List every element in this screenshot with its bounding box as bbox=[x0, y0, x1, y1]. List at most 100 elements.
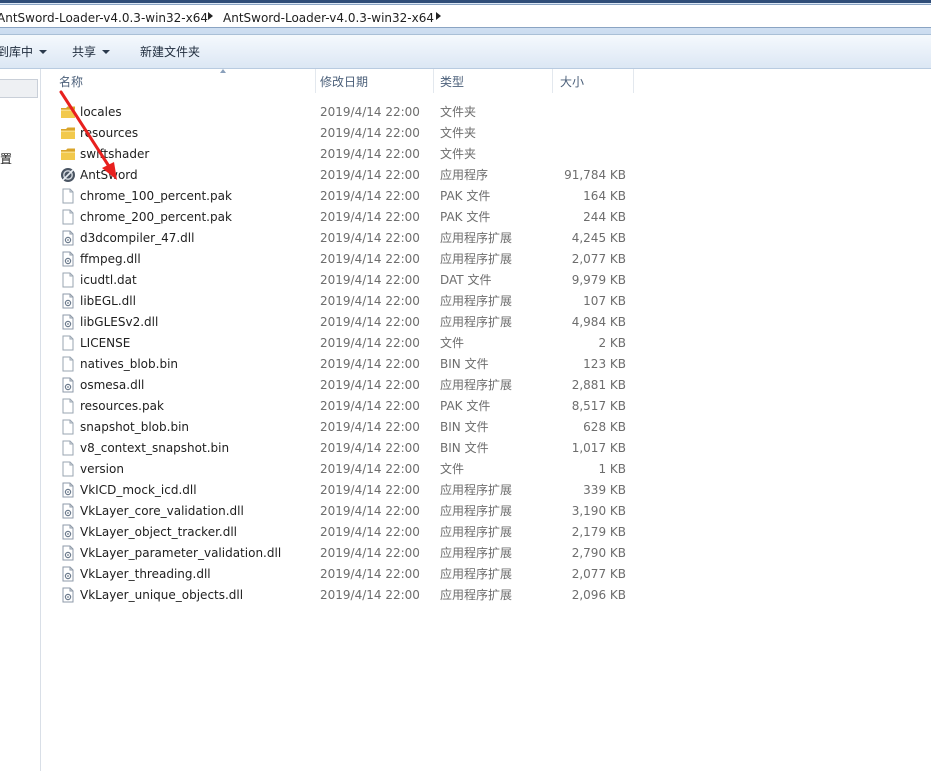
new-folder-button[interactable]: 新建文件夹 bbox=[140, 44, 200, 60]
dll-icon bbox=[60, 524, 76, 540]
file-date: 2019/4/14 22:00 bbox=[320, 399, 420, 413]
file-size: 4,984 KB bbox=[571, 315, 626, 329]
dll-icon bbox=[60, 545, 76, 561]
dll-icon bbox=[60, 503, 76, 519]
dll-icon bbox=[60, 293, 76, 309]
file-row[interactable]: libEGL.dll 2019/4/14 22:00 应用程序扩展 107 KB bbox=[41, 291, 931, 312]
dll-icon bbox=[60, 230, 76, 246]
file-name: v8_context_snapshot.bin bbox=[80, 441, 230, 455]
file-row[interactable]: d3dcompiler_47.dll 2019/4/14 22:00 应用程序扩展 4… bbox=[41, 228, 931, 249]
file-type: PAK 文件 bbox=[440, 399, 491, 413]
breadcrumb-parent[interactable]: AntSword-Loader-v4.0.3-win32-x64 bbox=[0, 11, 208, 25]
file-row[interactable]: swiftshader 2019/4/14 22:00 文件夹 bbox=[41, 144, 931, 165]
file-size: 2,077 KB bbox=[571, 567, 626, 581]
file-row[interactable]: snapshot_blob.bin 2019/4/14 22:00 BIN 文件 62… bbox=[41, 417, 931, 438]
file-size: 2,096 KB bbox=[571, 588, 626, 602]
file-type: 应用程序扩展 bbox=[440, 483, 513, 497]
file-type: 文件夹 bbox=[440, 147, 477, 161]
file-name: VkLayer_parameter_validation.dll bbox=[80, 546, 282, 560]
file-row[interactable]: v8_context_snapshot.bin 2019/4/14 22:00 BI… bbox=[41, 438, 931, 459]
file-date: 2019/4/14 22:00 bbox=[320, 546, 420, 560]
nav-item-recent-places[interactable]: 位置 bbox=[0, 150, 12, 167]
dll-icon bbox=[60, 482, 76, 498]
file-row[interactable]: VkLayer_unique_objects.dll 2019/4/14 22:0… bbox=[41, 585, 931, 606]
file-type: 应用程序扩展 bbox=[440, 546, 513, 560]
file-name: AntSword bbox=[80, 168, 138, 182]
file-icon bbox=[60, 461, 76, 477]
file-row[interactable]: locales 2019/4/14 22:00 文件夹 bbox=[41, 102, 931, 123]
column-divider[interactable] bbox=[633, 69, 634, 93]
file-row[interactable]: resources 2019/4/14 22:00 文件夹 bbox=[41, 123, 931, 144]
chevron-down-icon bbox=[39, 50, 48, 54]
column-header-size[interactable]: 大小 bbox=[552, 69, 632, 93]
file-row[interactable]: version 2019/4/14 22:00 文件 1 KB bbox=[41, 459, 931, 480]
file-row[interactable]: ffmpeg.dll 2019/4/14 22:00 应用程序扩展 2,077 KB bbox=[41, 249, 931, 270]
file-row[interactable]: osmesa.dll 2019/4/14 22:00 应用程序扩展 2,881 KB bbox=[41, 375, 931, 396]
include-in-library-button[interactable]: 包含到库中 bbox=[0, 44, 48, 60]
file-row[interactable]: libGLESv2.dll 2019/4/14 22:00 应用程序扩展 4,984 … bbox=[41, 312, 931, 333]
file-icon bbox=[60, 398, 76, 414]
file-date: 2019/4/14 22:00 bbox=[320, 357, 420, 371]
nav-item-selected[interactable] bbox=[0, 79, 38, 98]
file-date: 2019/4/14 22:00 bbox=[320, 252, 420, 266]
file-type: BIN 文件 bbox=[440, 357, 489, 371]
breadcrumb-chevron-icon[interactable] bbox=[436, 12, 441, 20]
address-bar-strip: AntSword-Loader-v4.0.3-win32-x64 AntSwor… bbox=[0, 0, 931, 35]
file-row[interactable]: chrome_100_percent.pak 2019/4/14 22:00 PAK… bbox=[41, 186, 931, 207]
file-row[interactable]: LICENSE 2019/4/14 22:00 文件 2 KB bbox=[41, 333, 931, 354]
address-bar[interactable]: AntSword-Loader-v4.0.3-win32-x64 AntSwor… bbox=[0, 4, 931, 28]
file-date: 2019/4/14 22:00 bbox=[320, 504, 420, 518]
column-headers: 名称 修改日期 类型 大小 bbox=[41, 69, 931, 93]
breadcrumb-current[interactable]: AntSword-Loader-v4.0.3-win32-x64 bbox=[223, 11, 434, 25]
file-name: osmesa.dll bbox=[80, 378, 145, 392]
file-name: swiftshader bbox=[80, 147, 150, 161]
file-type: PAK 文件 bbox=[440, 210, 491, 224]
file-size: 2,790 KB bbox=[571, 546, 626, 560]
file-type: BIN 文件 bbox=[440, 441, 489, 455]
sort-ascending-icon bbox=[220, 69, 226, 73]
file-size: 2,881 KB bbox=[571, 378, 626, 392]
file-type: 应用程序扩展 bbox=[440, 525, 513, 539]
file-date: 2019/4/14 22:00 bbox=[320, 483, 420, 497]
file-name: LICENSE bbox=[80, 336, 131, 350]
folder-icon bbox=[60, 146, 76, 162]
column-header-date[interactable]: 修改日期 bbox=[312, 69, 432, 93]
file-row[interactable]: resources.pak 2019/4/14 22:00 PAK 文件 8,517 … bbox=[41, 396, 931, 417]
file-row[interactable]: VkLayer_object_tracker.dll 2019/4/14 22:0… bbox=[41, 522, 931, 543]
file-row[interactable]: chrome_200_percent.pak 2019/4/14 22:00 PAK… bbox=[41, 207, 931, 228]
file-type: 应用程序扩展 bbox=[440, 252, 513, 266]
file-size: 244 KB bbox=[583, 210, 626, 224]
file-type: 文件 bbox=[440, 462, 465, 476]
file-type: 应用程序扩展 bbox=[440, 504, 513, 518]
file-type: 应用程序扩展 bbox=[440, 588, 513, 602]
file-name: snapshot_blob.bin bbox=[80, 420, 190, 434]
column-header-name[interactable]: 名称 bbox=[51, 69, 315, 93]
file-type: 文件夹 bbox=[440, 105, 477, 119]
file-row[interactable]: AntSword 2019/4/14 22:00 应用程序 91,784 KB bbox=[41, 165, 931, 186]
file-size: 339 KB bbox=[583, 483, 626, 497]
file-size: 1,017 KB bbox=[571, 441, 626, 455]
dll-icon bbox=[60, 251, 76, 267]
file-row[interactable]: icudtl.dat 2019/4/14 22:00 DAT 文件 9,979 KB bbox=[41, 270, 931, 291]
file-row[interactable]: natives_blob.bin 2019/4/14 22:00 BIN 文件 123… bbox=[41, 354, 931, 375]
share-label: 共享 bbox=[72, 45, 97, 59]
file-date: 2019/4/14 22:00 bbox=[320, 105, 420, 119]
new-folder-label: 新建文件夹 bbox=[140, 45, 201, 59]
file-size: 123 KB bbox=[583, 357, 626, 371]
column-header-type[interactable]: 类型 bbox=[432, 69, 552, 93]
file-row[interactable]: VkLayer_parameter_validation.dll 2019/4/1… bbox=[41, 543, 931, 564]
file-icon bbox=[60, 419, 76, 435]
breadcrumb-chevron-icon[interactable] bbox=[208, 12, 213, 20]
file-date: 2019/4/14 22:00 bbox=[320, 420, 420, 434]
file-name: locales bbox=[80, 105, 122, 119]
file-size: 107 KB bbox=[583, 294, 626, 308]
file-size: 1 KB bbox=[598, 462, 626, 476]
file-type: 应用程序扩展 bbox=[440, 567, 513, 581]
file-name: VkLayer_threading.dll bbox=[80, 567, 211, 581]
file-row[interactable]: VkLayer_core_validation.dll 2019/4/14 22:… bbox=[41, 501, 931, 522]
share-button[interactable]: 共享 bbox=[72, 44, 111, 60]
file-row[interactable]: VkLayer_threading.dll 2019/4/14 22:00 应用程序… bbox=[41, 564, 931, 585]
file-type: 应用程序扩展 bbox=[440, 378, 513, 392]
file-size: 2,077 KB bbox=[571, 252, 626, 266]
file-row[interactable]: VkICD_mock_icd.dll 2019/4/14 22:00 应用程序扩展 3… bbox=[41, 480, 931, 501]
